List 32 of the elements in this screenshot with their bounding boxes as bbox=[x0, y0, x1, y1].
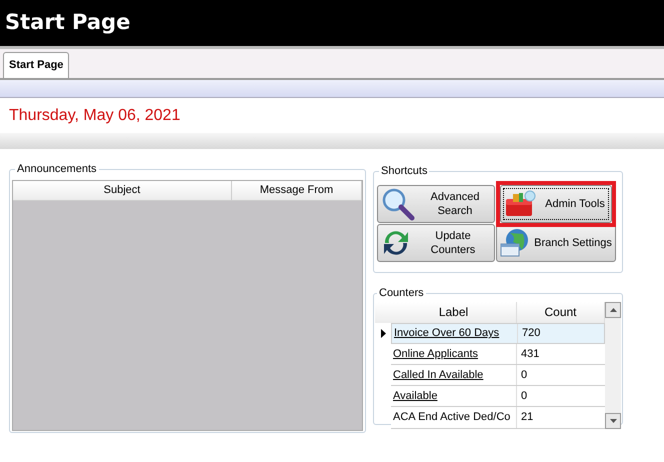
shortcut-button[interactable]: Admin Tools bbox=[500, 184, 612, 222]
panel-title: Shortcuts bbox=[380, 164, 428, 179]
current-row-icon bbox=[380, 328, 386, 338]
date-text: Thursday, May 06, 2021 bbox=[9, 106, 180, 126]
toolbox-icon bbox=[504, 188, 538, 218]
shortcut-button[interactable]: Advanced Search bbox=[377, 184, 495, 222]
panel-title: Counters bbox=[378, 286, 425, 301]
count-cell-text: 720 bbox=[521, 326, 542, 341]
table-row[interactable]: Online Applicants 431 bbox=[391, 344, 605, 366]
table-row[interactable]: Invoice Over 60 Days 720 bbox=[391, 322, 605, 344]
count-cell-text: 431 bbox=[520, 346, 540, 362]
label-cell[interactable]: Called In Available bbox=[391, 365, 517, 386]
label-cell[interactable]: Invoice Over 60 Days bbox=[392, 324, 518, 343]
shortcut-button[interactable]: Update Counters bbox=[377, 224, 495, 262]
count-cell-text: 0 bbox=[520, 389, 528, 404]
column-header[interactable]: Message From bbox=[232, 181, 362, 200]
magnifier-icon bbox=[381, 186, 415, 220]
label-cell[interactable]: Available bbox=[391, 386, 517, 406]
count-cell-text: 21 bbox=[520, 410, 534, 426]
table-row[interactable]: ACA End Active Ded/Co 21 bbox=[391, 407, 605, 428]
label-cell[interactable]: Online Applicants bbox=[391, 344, 517, 364]
window-title: Start Page bbox=[5, 9, 130, 36]
count-cell-text: 0 bbox=[520, 368, 528, 383]
table-row[interactable]: Available 0 bbox=[391, 386, 605, 408]
table-row[interactable]: Called In Available 0 bbox=[391, 365, 605, 386]
scroll-up-icon[interactable] bbox=[610, 308, 616, 312]
globe-window-icon bbox=[500, 228, 530, 258]
column-header[interactable]: Subject bbox=[13, 181, 232, 200]
scrollbar[interactable] bbox=[605, 302, 621, 428]
scroll-down-icon[interactable] bbox=[610, 418, 616, 422]
label-cell: ACA End Active Ded/Co bbox=[391, 407, 517, 428]
tab[interactable]: Start Page bbox=[3, 52, 70, 78]
